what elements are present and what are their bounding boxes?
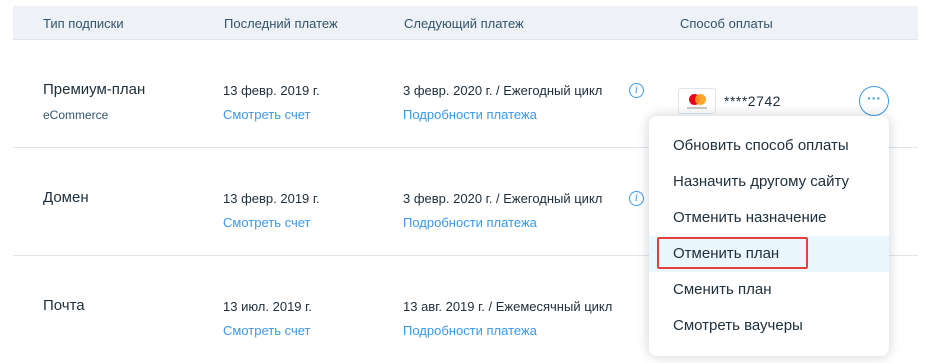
view-invoice-link[interactable]: Смотреть счет	[223, 107, 310, 122]
last-payment-date: 13 июл. 2019 г.	[223, 299, 312, 314]
header-subscription-type: Тип подписки	[43, 16, 124, 31]
plan-subtitle: eCommerce	[43, 108, 109, 122]
menu-item-change-plan[interactable]: Сменить план	[649, 272, 889, 308]
menu-item-cancel-assignment[interactable]: Отменить назначение	[649, 200, 889, 236]
header-last-payment: Последний платеж	[224, 16, 338, 31]
payment-actions-menu: Обновить способ оплаты Назначить другому…	[649, 116, 889, 356]
last-payment-date: 13 февр. 2019 г.	[223, 83, 320, 98]
plan-name: Премиум-план	[43, 81, 146, 98]
info-icon[interactable]: i	[629, 83, 644, 98]
more-actions-button[interactable]: ···	[859, 86, 889, 116]
mastercard-icon	[678, 88, 716, 114]
menu-item-update-payment-method[interactable]: Обновить способ оплаты	[649, 128, 889, 164]
mastercard-circle-orange	[695, 94, 706, 105]
payment-details-link[interactable]: Подробности платежа	[403, 323, 537, 338]
info-icon[interactable]: i	[629, 191, 644, 206]
plan-name: Домен	[43, 189, 89, 206]
menu-item-view-vouchers[interactable]: Смотреть ваучеры	[649, 308, 889, 344]
card-number: ****2742	[724, 93, 781, 109]
next-payment-text: 3 февр. 2020 г. / Ежегодный цикл	[403, 191, 603, 206]
table-header: Тип подписки Последний платеж Следующий …	[13, 6, 918, 40]
payment-details-link[interactable]: Подробности платежа	[403, 215, 537, 230]
payment-details-link[interactable]: Подробности платежа	[403, 107, 537, 122]
view-invoice-link[interactable]: Смотреть счет	[223, 215, 310, 230]
plan-name: Почта	[43, 297, 85, 314]
last-payment-date: 13 февр. 2019 г.	[223, 191, 320, 206]
header-next-payment: Следующий платеж	[404, 16, 524, 31]
menu-item-cancel-plan[interactable]: Отменить план	[649, 236, 889, 272]
mastercard-wordmark	[687, 107, 707, 109]
menu-item-assign-to-another-site[interactable]: Назначить другому сайту	[649, 164, 889, 200]
view-invoice-link[interactable]: Смотреть счет	[223, 323, 310, 338]
next-payment-text: 13 авг. 2019 г. / Ежемесячный цикл	[403, 299, 613, 314]
header-payment-method: Способ оплаты	[680, 16, 773, 31]
next-payment-text: 3 февр. 2020 г. / Ежегодный цикл	[403, 83, 603, 98]
highlight-box	[657, 237, 808, 269]
